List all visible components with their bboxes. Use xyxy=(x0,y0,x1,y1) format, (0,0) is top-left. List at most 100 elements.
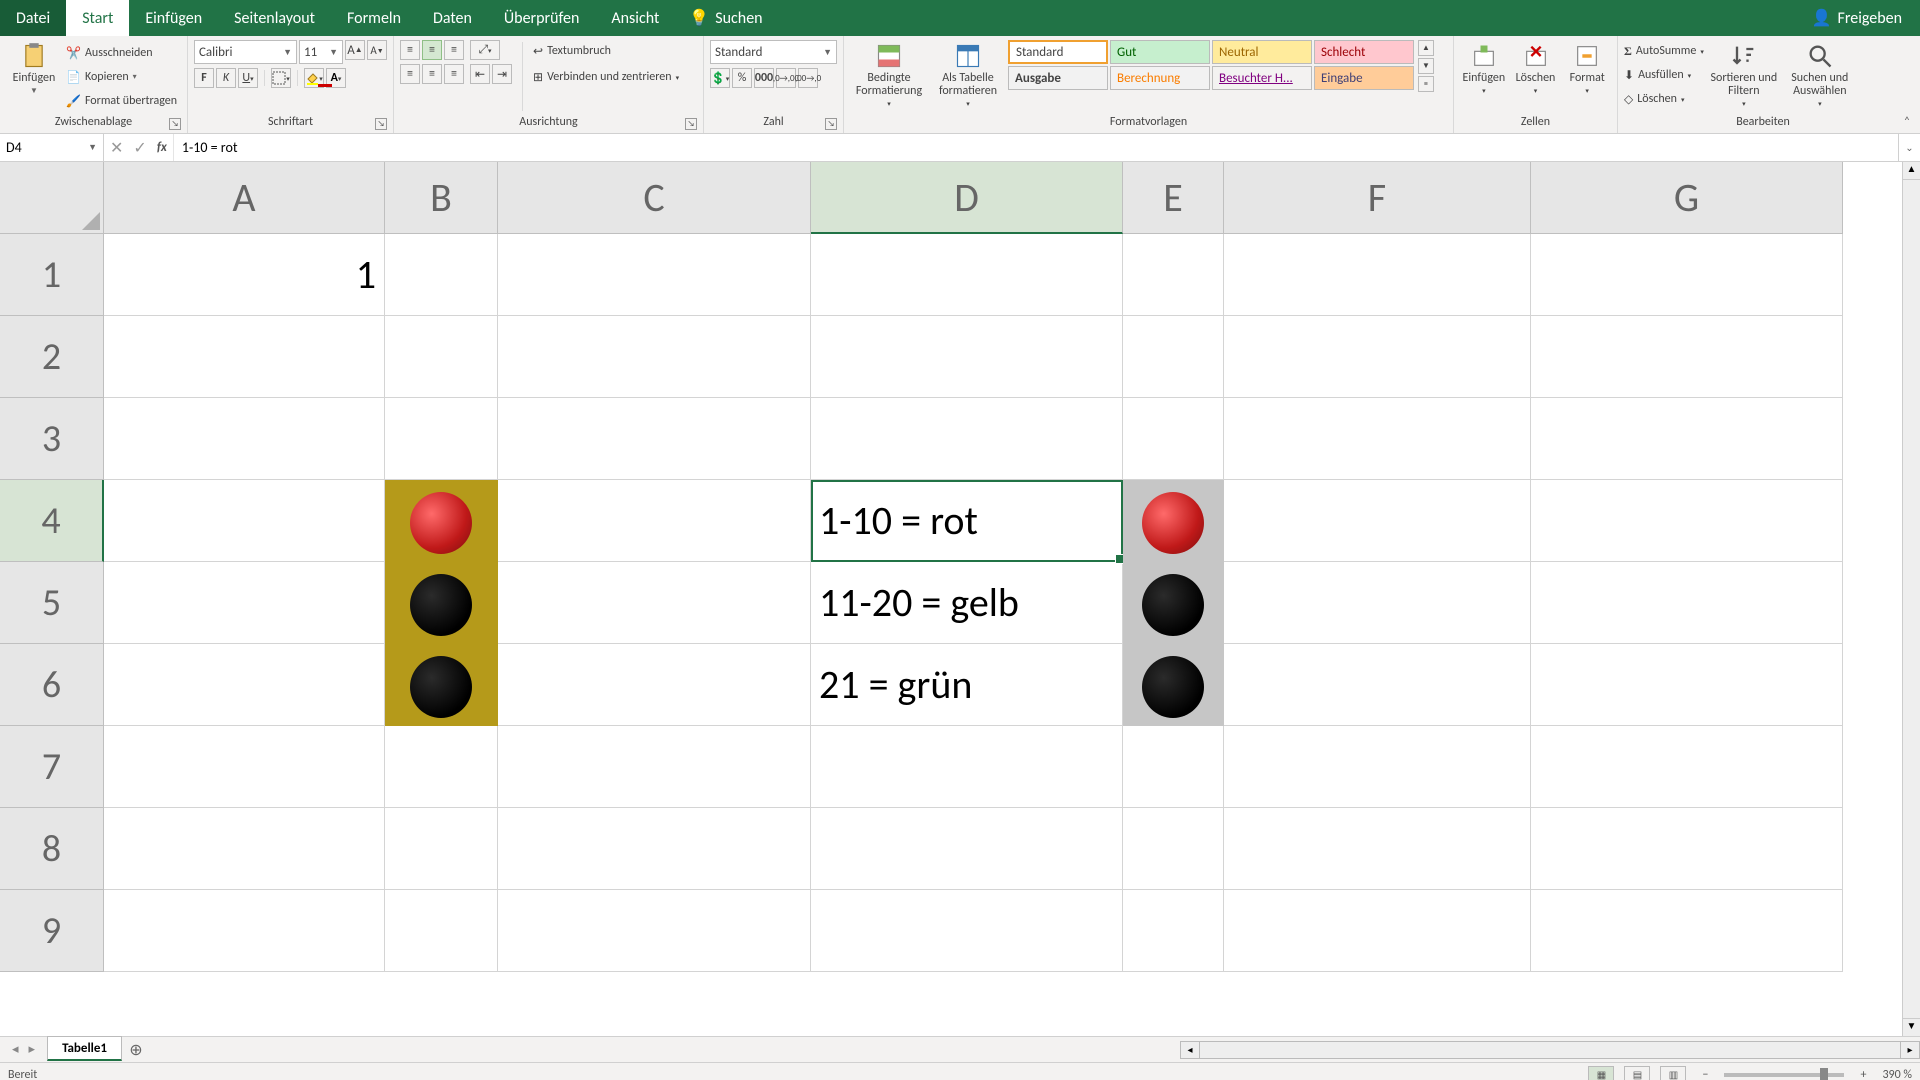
cell-G8[interactable] xyxy=(1531,808,1843,890)
cell-G6[interactable] xyxy=(1531,644,1843,726)
italic-button[interactable]: K xyxy=(216,68,236,88)
share-button[interactable]: 👤 Freigeben xyxy=(1794,0,1920,36)
cell-G3[interactable] xyxy=(1531,398,1843,480)
cell-C9[interactable] xyxy=(498,890,811,972)
conditional-formatting-button[interactable]: Bedingte Formatierung▾ xyxy=(850,40,928,108)
cell-E1[interactable] xyxy=(1123,234,1224,316)
merge-center-button[interactable]: ⊞Verbinden und zentrieren▾ xyxy=(533,66,679,88)
find-select-button[interactable]: Suchen und Auswählen▾ xyxy=(1784,40,1856,108)
worksheet-grid[interactable]: ABCDEFG 123456789 11-10 = rot11-20 = gel… xyxy=(0,162,1920,1036)
col-header-F[interactable]: F xyxy=(1224,162,1531,234)
style-schlecht[interactable]: Schlecht xyxy=(1314,40,1414,64)
row-header-2[interactable]: 2 xyxy=(0,316,104,398)
cell-D4[interactable]: 1-10 = rot xyxy=(811,480,1123,562)
tab-formeln[interactable]: Formeln xyxy=(331,0,417,36)
formula-input[interactable]: 1-10 = rot xyxy=(174,134,1898,161)
cell-A9[interactable] xyxy=(104,890,385,972)
cell-D5[interactable]: 11-20 = gelb xyxy=(811,562,1123,644)
decrease-font-button[interactable]: A▼ xyxy=(367,40,387,60)
zoom-slider[interactable] xyxy=(1724,1073,1844,1077)
hscroll-right[interactable]: ▸ xyxy=(1900,1041,1920,1059)
view-normal-button[interactable]: ▦ xyxy=(1588,1066,1614,1080)
decrease-decimal-button[interactable]: ,00→,0 xyxy=(798,68,818,88)
style-standard[interactable]: Standard xyxy=(1008,40,1108,64)
tab-start[interactable]: Start xyxy=(66,0,129,36)
col-header-C[interactable]: C xyxy=(498,162,811,234)
clipboard-dialog-launcher[interactable]: ↘ xyxy=(169,118,181,130)
cell-F4[interactable] xyxy=(1224,480,1531,562)
increase-font-button[interactable]: A▲ xyxy=(345,40,365,60)
view-page-break-button[interactable]: ▥ xyxy=(1660,1066,1686,1080)
row-header-3[interactable]: 3 xyxy=(0,398,104,480)
align-dialog-launcher[interactable]: ↘ xyxy=(685,118,697,130)
cell-F5[interactable] xyxy=(1224,562,1531,644)
cell-G7[interactable] xyxy=(1531,726,1843,808)
cell-B9[interactable] xyxy=(385,890,498,972)
cell-B7[interactable] xyxy=(385,726,498,808)
collapse-ribbon-button[interactable]: ˄ xyxy=(1898,115,1916,129)
cell-F7[interactable] xyxy=(1224,726,1531,808)
wrap-text-button[interactable]: ↩Textumbruch xyxy=(533,40,679,62)
sort-filter-button[interactable]: Sortieren und Filtern▾ xyxy=(1708,40,1780,108)
col-header-B[interactable]: B xyxy=(385,162,498,234)
cell-F6[interactable] xyxy=(1224,644,1531,726)
view-page-layout-button[interactable]: ▤ xyxy=(1624,1066,1650,1080)
vertical-scrollbar[interactable]: ▲ ▼ xyxy=(1902,162,1920,1036)
increase-decimal-button[interactable]: ,0→,00 xyxy=(776,68,796,88)
format-painter-button[interactable]: 🖌️Format übertragen xyxy=(66,90,177,112)
horizontal-scrollbar[interactable]: ◂ ▸ xyxy=(1180,1037,1920,1062)
cell-C8[interactable] xyxy=(498,808,811,890)
row-header-4[interactable]: 4 xyxy=(0,480,104,562)
select-all-corner[interactable] xyxy=(0,162,104,234)
fill-button[interactable]: ⬇Ausfüllen▾ xyxy=(1624,64,1704,86)
cell-E8[interactable] xyxy=(1123,808,1224,890)
zoom-in-button[interactable]: + xyxy=(1854,1068,1872,1080)
cell-A4[interactable] xyxy=(104,480,385,562)
cell-F8[interactable] xyxy=(1224,808,1531,890)
cell-C2[interactable] xyxy=(498,316,811,398)
cell-C4[interactable] xyxy=(498,480,811,562)
style-besuchter-link[interactable]: Besuchter H... xyxy=(1212,66,1312,90)
tab-ansicht[interactable]: Ansicht xyxy=(595,0,675,36)
row-header-7[interactable]: 7 xyxy=(0,726,104,808)
cell-A7[interactable] xyxy=(104,726,385,808)
tell-me-search[interactable]: 💡 Suchen xyxy=(675,0,776,36)
cell-D9[interactable] xyxy=(811,890,1123,972)
font-name-dropdown[interactable]: Calibri▼ xyxy=(194,40,297,64)
cancel-formula-button[interactable]: ✕ xyxy=(110,138,123,158)
col-header-E[interactable]: E xyxy=(1123,162,1224,234)
orientation-button[interactable]: ⤢▾ xyxy=(470,40,500,60)
cell-G2[interactable] xyxy=(1531,316,1843,398)
cell-B3[interactable] xyxy=(385,398,498,480)
style-berechnung[interactable]: Berechnung xyxy=(1110,66,1210,90)
cell-D6[interactable]: 21 = grün xyxy=(811,644,1123,726)
expand-formula-bar-button[interactable]: ⌄ xyxy=(1898,134,1920,161)
cell-A8[interactable] xyxy=(104,808,385,890)
cell-D2[interactable] xyxy=(811,316,1123,398)
cell-G5[interactable] xyxy=(1531,562,1843,644)
cell-A1[interactable]: 1 xyxy=(104,234,385,316)
row-header-8[interactable]: 8 xyxy=(0,808,104,890)
row-header-1[interactable]: 1 xyxy=(0,234,104,316)
sheet-tab-active[interactable]: Tabelle1 xyxy=(47,1036,122,1061)
hscroll-left[interactable]: ◂ xyxy=(1180,1041,1200,1059)
cell-E7[interactable] xyxy=(1123,726,1224,808)
copy-button[interactable]: 📄Kopieren▾ xyxy=(66,66,177,88)
cell-C3[interactable] xyxy=(498,398,811,480)
cell-A6[interactable] xyxy=(104,644,385,726)
cell-C7[interactable] xyxy=(498,726,811,808)
tab-daten[interactable]: Daten xyxy=(417,0,488,36)
cell-G1[interactable] xyxy=(1531,234,1843,316)
align-top-button[interactable]: ≡ xyxy=(400,40,420,60)
cell-G4[interactable] xyxy=(1531,480,1843,562)
font-dialog-launcher[interactable]: ↘ xyxy=(375,118,387,130)
col-header-G[interactable]: G xyxy=(1531,162,1843,234)
scroll-up-button[interactable]: ▲ xyxy=(1903,162,1920,180)
cell-F2[interactable] xyxy=(1224,316,1531,398)
tab-ueberpruefen[interactable]: Überprüfen xyxy=(488,0,595,36)
cell-D8[interactable] xyxy=(811,808,1123,890)
insert-cells-button[interactable]: Einfügen▾ xyxy=(1460,40,1508,95)
cell-B1[interactable] xyxy=(385,234,498,316)
font-size-dropdown[interactable]: 11▼ xyxy=(299,40,343,64)
row-header-6[interactable]: 6 xyxy=(0,644,104,726)
